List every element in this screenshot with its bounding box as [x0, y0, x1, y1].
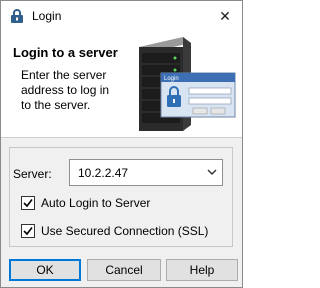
auto-login-checkbox[interactable] [21, 196, 35, 210]
header-banner: Login to a server Enter the server addre… [1, 31, 242, 138]
auto-login-label: Auto Login to Server [41, 196, 151, 210]
close-icon[interactable]: ✕ [214, 6, 236, 26]
ssl-label: Use Secured Connection (SSL) [41, 224, 209, 238]
window-title: Login [32, 9, 62, 23]
cancel-button[interactable]: Cancel [87, 259, 161, 281]
server-combobox[interactable]: 10.2.2.47 [69, 159, 223, 186]
ok-button[interactable]: OK [9, 259, 81, 281]
checkmark-icon [23, 199, 33, 208]
header-description: Enter the server address to log in to th… [21, 68, 110, 112]
server-label: Server: [13, 167, 52, 181]
login-dialog: Login ✕ Login to a server Enter the serv… [0, 0, 243, 288]
help-button[interactable]: Help [166, 259, 238, 281]
chevron-down-icon[interactable] [206, 167, 218, 177]
checkmark-icon [23, 227, 33, 236]
header-title: Login to a server [13, 45, 118, 60]
server-value: 10.2.2.47 [78, 166, 129, 180]
server-login-illustration: Login [139, 37, 236, 131]
title-bar: Login ✕ [1, 1, 242, 31]
ssl-checkbox[interactable] [21, 224, 35, 238]
illustration-dialog-title: Login [164, 76, 179, 82]
lock-icon [11, 9, 23, 23]
